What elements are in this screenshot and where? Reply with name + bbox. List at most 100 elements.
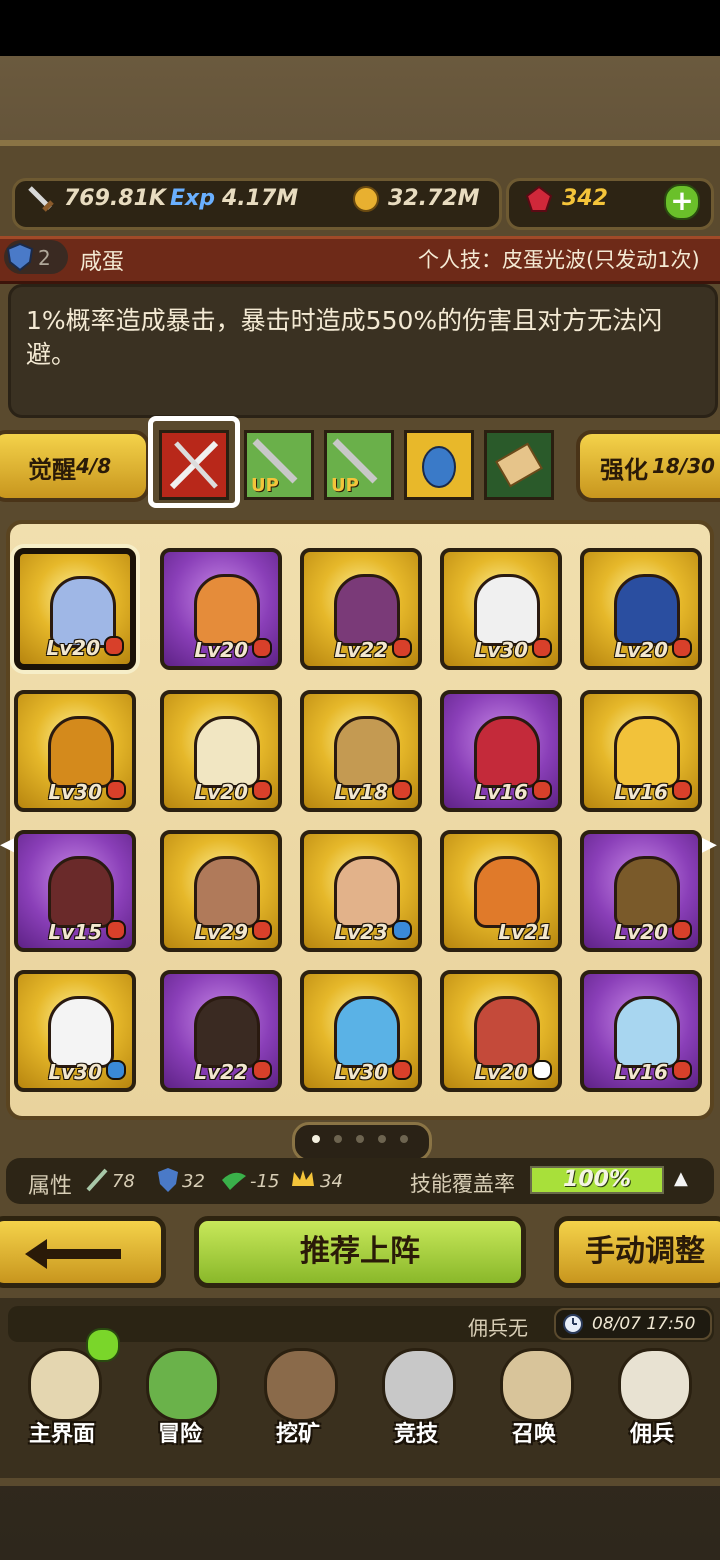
hero-card[interactable]: Lv15 [14, 830, 136, 952]
hero-card[interactable]: Lv30 [300, 970, 422, 1092]
fire-badge-icon [672, 780, 692, 800]
hero-portrait [334, 716, 400, 788]
hero-card[interactable]: Lv20 [14, 548, 136, 670]
blue-egg-icon[interactable] [404, 430, 474, 500]
hero-card[interactable]: Lv22 [300, 548, 422, 670]
attr-attack: 78 [112, 1171, 135, 1192]
hero-card[interactable]: Lv23 [300, 830, 422, 952]
question-icon [532, 1060, 552, 1080]
hero-level: Lv23 [334, 920, 388, 944]
awaken-value: 4/8 [76, 454, 112, 478]
next-page-arrow-icon[interactable]: ▶ [700, 832, 717, 857]
manual-adjust-button[interactable]: 手动调整 [554, 1216, 720, 1288]
coverage-label: 技能覆盖率 [410, 1172, 515, 1196]
hero-level: Lv18 [334, 780, 388, 804]
gold-value: 32.72M [388, 186, 480, 211]
hero-portrait [614, 996, 680, 1068]
hero-card[interactable]: Lv20 [160, 548, 282, 670]
sword-up-icon[interactable]: UP [324, 430, 394, 500]
nav-item[interactable]: 竞技 [360, 1344, 472, 1448]
recommend-button[interactable]: 推荐上阵 [194, 1216, 526, 1288]
star-badge-icon [106, 1060, 126, 1080]
hero-portrait [474, 856, 540, 928]
fire-badge-icon [672, 920, 692, 940]
hero-level: Lv15 [48, 920, 102, 944]
hero-level: Lv16 [614, 1060, 668, 1084]
nav-label: 主界面 [28, 1422, 95, 1447]
add-gems-button[interactable]: + [664, 184, 700, 220]
hero-level: Lv20 [194, 638, 248, 662]
hero-card[interactable]: Lv29 [160, 830, 282, 952]
page-dot[interactable] [334, 1135, 342, 1143]
attr-defense: 32 [182, 1171, 205, 1192]
hero-card[interactable]: Lv20 [440, 970, 562, 1092]
hero-card[interactable]: Lv30 [14, 970, 136, 1092]
hero-description: 1%概率造成暴击，暴击时造成550%的伤害且对方无法闪避。 [26, 306, 663, 369]
hero-level: Lv20 [46, 636, 100, 660]
fire-badge-icon [106, 780, 126, 800]
hero-card[interactable]: Lv16 [440, 690, 562, 812]
hero-portrait [48, 856, 114, 928]
hero-card[interactable]: Lv16 [580, 690, 702, 812]
nav-label: 召唤 [511, 1422, 556, 1447]
hero-portrait [334, 996, 400, 1068]
fire-badge-icon [672, 638, 692, 658]
crossed-swords-icon[interactable] [159, 430, 229, 500]
hero-card[interactable]: Lv21 [440, 830, 562, 952]
attr-speed: -15 [250, 1171, 280, 1192]
sword-up-icon[interactable]: UP [244, 430, 314, 500]
hero-card[interactable]: Lv20 [160, 690, 282, 812]
scroll-icon[interactable] [484, 430, 554, 500]
awaken-button[interactable]: 觉醒 4/8 [0, 430, 150, 502]
fire-badge-icon [532, 780, 552, 800]
fire-badge-icon [252, 1060, 272, 1080]
hero-portrait [474, 574, 540, 646]
mercenary-status: 佣兵无 [468, 1316, 528, 1340]
expand-arrow-icon[interactable]: ▲ [674, 1168, 688, 1189]
nav-item[interactable]: 冒险 [124, 1344, 236, 1448]
hero-portrait [194, 716, 260, 788]
notification-dot [86, 1328, 120, 1362]
gem-value: 342 [562, 186, 608, 211]
nav-item[interactable]: 召唤 [478, 1344, 590, 1448]
enhance-label: 强化 [600, 456, 648, 484]
hero-card[interactable]: Lv20 [580, 830, 702, 952]
hero-level: Lv20 [194, 780, 248, 804]
attr-crown: 34 [320, 1171, 343, 1192]
sword-icon [26, 184, 56, 214]
sword-attr-icon [84, 1166, 110, 1198]
map-scroll-icon [28, 1348, 102, 1422]
attack-value: 769.81K [64, 186, 166, 211]
hero-card[interactable]: Lv30 [14, 690, 136, 812]
clock-icon [562, 1313, 584, 1339]
nav-label: 竞技 [393, 1422, 438, 1447]
nav-item[interactable]: 挖矿 [242, 1344, 354, 1448]
page-dot[interactable] [312, 1135, 320, 1143]
nav-label: 挖矿 [275, 1422, 320, 1447]
nav-item[interactable]: 佣兵 [596, 1344, 708, 1448]
hero-card[interactable]: Lv20 [580, 548, 702, 670]
page-dot[interactable] [356, 1135, 364, 1143]
hero-portrait [194, 996, 260, 1068]
hero-card[interactable]: Lv16 [580, 970, 702, 1092]
hero-portrait [614, 856, 680, 928]
coverage-value: 100% [563, 1167, 631, 1192]
ruby-icon [524, 184, 554, 214]
attribute-label: 属性 [28, 1174, 73, 1199]
hero-level: Lv22 [194, 1060, 248, 1084]
enhance-button[interactable]: 强化 18/30 [576, 430, 720, 502]
page-dot[interactable] [378, 1135, 386, 1143]
nav-label: 冒险 [157, 1422, 202, 1447]
up-badge: UP [251, 475, 279, 496]
hero-card[interactable]: Lv18 [300, 690, 422, 812]
hero-card[interactable]: Lv22 [160, 970, 282, 1092]
status-bar [0, 0, 720, 56]
shield-attr-icon [156, 1166, 180, 1198]
up-badge: UP [331, 475, 359, 496]
hero-portrait [474, 996, 540, 1068]
timestamp: 08/07 17:50 [592, 1314, 696, 1334]
back-button[interactable] [0, 1216, 166, 1288]
hero-card[interactable]: Lv30 [440, 548, 562, 670]
page-dot[interactable] [400, 1135, 408, 1143]
hero-name: 咸蛋 [80, 250, 125, 275]
